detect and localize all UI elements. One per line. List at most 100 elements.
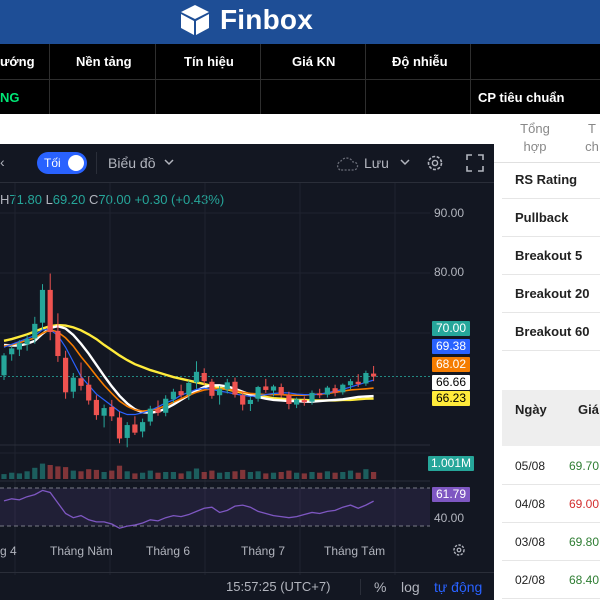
rsi-band: [0, 488, 430, 526]
volume-bar: [163, 472, 169, 479]
candle: [186, 382, 192, 395]
candle: [324, 387, 330, 395]
volume-bar: [24, 471, 30, 479]
volume-bar: [286, 470, 292, 479]
volume-bar: [170, 472, 176, 479]
breakout-20-row: Breakout 20: [502, 274, 600, 313]
volume-bar: [101, 472, 107, 479]
ma-yellow-tag: 66.23: [432, 391, 470, 406]
candle: [232, 381, 238, 395]
col-header-trend: ướng: [0, 54, 35, 69]
volume-bar: [86, 469, 92, 479]
volume-bar: [32, 467, 38, 479]
candle: [147, 408, 153, 422]
chart-bottom-bar: 15:57:25 (UTC+7) % log tự động: [0, 572, 494, 601]
brand-name: Finbox: [220, 4, 313, 35]
price-table-header: Ngày Giá: [502, 390, 600, 446]
candle: [101, 408, 107, 416]
dark-mode-toggle[interactable]: Tối: [37, 152, 87, 174]
candle: [209, 381, 215, 396]
pullback-row: Pullback: [502, 198, 600, 237]
y-axis-label: 90.00: [434, 206, 465, 220]
price-chart-panel: ‹ Tối Biểu đồ Lưu H71.80 L69.20 C70.00 +…: [0, 144, 494, 600]
candle: [278, 387, 284, 395]
breakout-60-row: Breakout 60: [502, 312, 600, 351]
candle: [93, 399, 99, 416]
volume-bar: [371, 472, 377, 479]
volume-bar: [363, 469, 369, 479]
volume-bar: [1, 474, 7, 479]
volume-bar: [9, 472, 15, 479]
date-header: Ngày: [515, 402, 547, 417]
scroll-left-icon[interactable]: ‹: [0, 154, 5, 170]
candle: [170, 391, 176, 400]
toggle-label: Tối: [44, 156, 61, 170]
rs-row-label: Breakout 60: [515, 324, 590, 339]
candle: [263, 386, 269, 390]
row-date: 03/08: [515, 535, 546, 549]
tab-second[interactable]: T ch: [582, 120, 600, 156]
candle: [1, 355, 7, 376]
price-plot[interactable]: [0, 183, 430, 575]
volume-bar: [186, 471, 192, 479]
chart-toolbar: ‹ Tối Biểu đồ Lưu: [0, 144, 494, 183]
candle: [340, 384, 346, 393]
toggle-knob: [68, 155, 84, 171]
cp-standard-label: CP tiêu chuẩn: [478, 90, 565, 105]
volume-bar: [193, 468, 200, 479]
candle: [24, 339, 30, 345]
volume-bar: [309, 472, 315, 479]
volume-bar: [340, 472, 346, 479]
log-scale-button[interactable]: log: [401, 579, 420, 595]
brand-logo[interactable]: Finbox: [178, 2, 313, 38]
volume-bar: [217, 472, 223, 479]
volume-bar: [93, 469, 99, 479]
volume-tag: 1.001M: [428, 456, 474, 471]
table-row[interactable]: 03/08 69.80: [502, 522, 600, 561]
candle: [178, 391, 184, 396]
candle: [155, 409, 161, 413]
axis-settings-icon[interactable]: [451, 542, 467, 558]
rsi-tag: 61.79: [432, 487, 470, 502]
volume-bar: [140, 472, 146, 479]
candle: [224, 382, 230, 390]
table-row[interactable]: 05/08 69.70: [502, 446, 600, 485]
rsi-axis-label: 40.00: [434, 511, 465, 525]
chevron-down-icon[interactable]: [400, 158, 410, 166]
chevron-down-icon[interactable]: [164, 158, 174, 166]
col-header-foundation: Nền tảng: [76, 54, 132, 69]
save-button[interactable]: Lưu: [364, 155, 389, 171]
table-row[interactable]: 02/08 68.40: [502, 560, 600, 599]
gear-icon[interactable]: [425, 153, 445, 173]
candle: [70, 377, 76, 392]
candle: [347, 381, 354, 386]
volume-bar: [178, 473, 184, 479]
candle: [9, 348, 15, 355]
chart-type-button[interactable]: Biểu đồ: [108, 155, 155, 171]
candle: [163, 398, 169, 413]
volume-bar: [232, 471, 238, 479]
time-axis-label: Tháng Năm: [50, 544, 113, 558]
volume-bar: [255, 471, 261, 479]
candle: [255, 387, 261, 399]
volume-bar: [270, 472, 277, 479]
volume-bar: [55, 466, 61, 479]
volume-bar: [124, 471, 130, 479]
candle: [240, 395, 246, 405]
cloud-icon[interactable]: [334, 156, 360, 172]
table-row[interactable]: 04/08 69.00: [502, 484, 600, 523]
stock-criteria-bar: ướng Nền tảng Tín hiệu Giá KN Độ nhiễu N…: [0, 44, 600, 114]
price-header: Giá: [578, 402, 599, 417]
time-axis-label: Tháng Tám: [324, 544, 386, 558]
row-price: 68.40: [569, 573, 600, 587]
row-price: 69.80: [569, 535, 600, 549]
tab-summary[interactable]: Tổng hợp: [508, 120, 562, 156]
candle: [124, 425, 130, 438]
volume-bar: [132, 473, 138, 479]
volume-bar: [240, 469, 246, 479]
row-date: 05/08: [515, 459, 546, 473]
time-axis-label: g 4: [0, 544, 17, 558]
auto-scale-button[interactable]: tự động: [434, 579, 482, 595]
fullscreen-icon[interactable]: [466, 154, 484, 172]
percent-scale-button[interactable]: %: [374, 579, 386, 595]
